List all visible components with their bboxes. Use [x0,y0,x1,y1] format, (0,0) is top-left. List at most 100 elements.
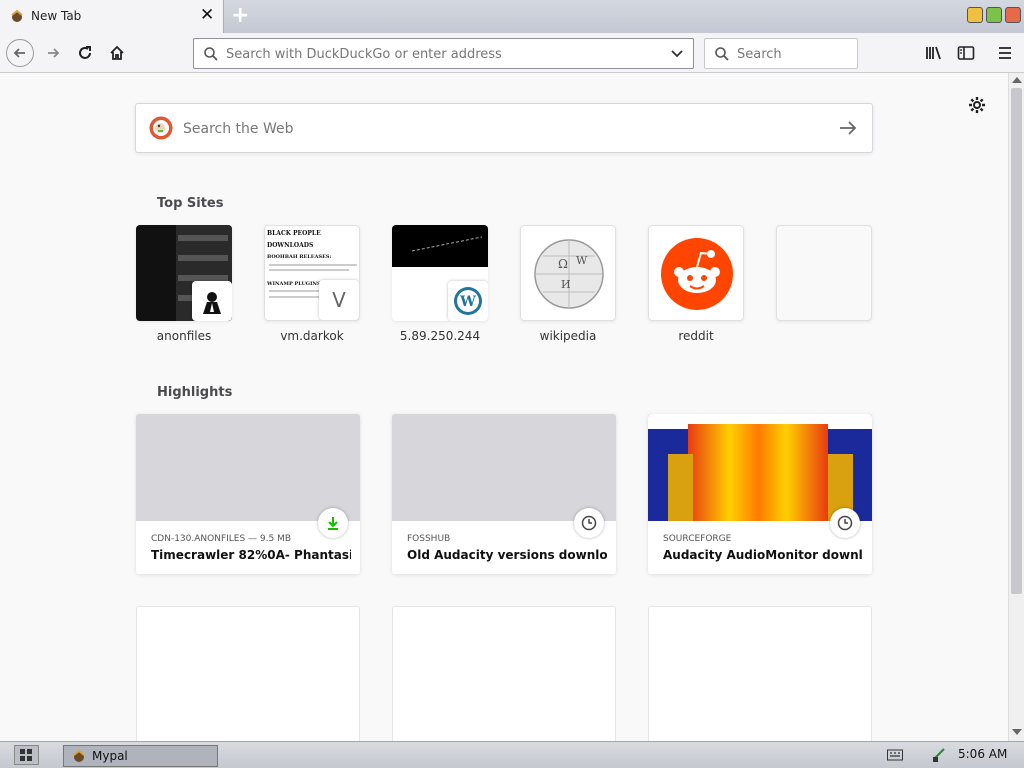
top-site-ip[interactable]: W 5.89.250.244 [392,225,488,343]
vertical-scrollbar[interactable] [1008,73,1024,741]
back-button[interactable] [6,39,34,67]
taskbar-app-label: Mypal [92,749,128,763]
close-window-button[interactable] [1005,7,1021,23]
taskbar-clock: 5:06 AM [958,747,1008,761]
library-icon [926,46,941,60]
tab-title: New Tab [31,9,82,23]
minimize-button[interactable] [967,7,983,23]
thumbnail-text: DOWNLOADS [267,242,314,249]
highlight-title: Timecrawler 82%0A- Phantasia.... [151,548,351,562]
svg-text:W: W [576,254,588,267]
highlight-empty-slot [648,606,872,741]
back-arrow-icon [13,48,25,58]
site-label: 5.89.250.244 [399,329,481,343]
tab-strip: New Tab ✕ + [0,0,1024,33]
wikipedia-globe-icon: Ω W И [534,239,604,309]
download-icon [318,508,348,538]
gear-icon[interactable] [968,96,986,114]
highlight-empty-slot [136,606,360,741]
thumbnail-text: BLACK PEOPLE [267,230,321,237]
highlight-source: SOURCEFORGE [663,534,732,544]
top-site-anonfiles[interactable]: anonfiles [136,225,232,343]
navigation-toolbar [0,33,1024,73]
os-taskbar: Mypal 5:06 AM [0,741,1024,768]
highlight-preview [392,414,616,521]
site-letter: V [332,288,346,312]
site-thumbnail: Ω W И [520,225,616,321]
highlight-card[interactable]: FOSSHUB Old Audacity versions download [392,414,616,574]
top-site-reddit[interactable]: reddit [648,225,744,343]
address-bar[interactable] [193,38,694,69]
highlight-source: CDN-130.ANONFILES — 9.5 MB [151,534,292,544]
highlight-title: Old Audacity versions download [407,548,607,562]
highlight-title: Audacity AudioMonitor downloa... [663,548,863,562]
library-button[interactable] [920,39,948,67]
highlight-source: FOSSHUB [407,534,451,544]
top-site-vm-darkok[interactable]: BLACK PEOPLE DOWNLOADS BOOHBAH RELEASES:… [264,225,360,343]
svg-text:И: И [561,278,571,291]
scroll-down-arrow-icon[interactable] [1012,729,1022,735]
top-site-wikipedia[interactable]: Ω W И wikipedia [520,225,616,343]
forward-button[interactable] [39,39,67,67]
network-icon[interactable] [932,747,946,763]
sidebar-button[interactable] [952,39,980,67]
empty-thumbnail [776,225,872,321]
home-icon [110,45,124,60]
reload-icon [79,46,91,59]
site-label: reddit [678,329,714,343]
start-menu-button[interactable] [14,745,39,765]
site-thumbnail [136,225,232,321]
mypal-icon [73,749,85,762]
forward-arrow-icon [48,48,60,58]
search-bar[interactable] [704,38,858,69]
reddit-logo-icon [661,238,733,310]
search-input[interactable] [735,44,849,65]
close-tab-icon[interactable]: ✕ [200,5,214,25]
highlight-card[interactable]: SOURCEFORGE Audacity AudioMonitor downlo… [648,414,872,574]
scroll-up-arrow-icon[interactable] [1012,77,1022,83]
grid-icon [20,749,32,761]
wordpress-icon: W [448,281,488,321]
chevron-down-icon[interactable] [670,48,684,60]
highlight-empty-slot [392,606,616,741]
mypal-favicon-icon [11,9,23,22]
search-icon [204,47,218,61]
site-thumbnail: BLACK PEOPLE DOWNLOADS BOOHBAH RELEASES:… [264,225,360,321]
site-thumbnail [648,225,744,321]
thumbnail-text: BOOHBAH RELEASES: [267,254,332,260]
site-label: vm.darkok [280,329,344,343]
arrow-right-icon[interactable] [839,120,857,136]
new-tab-page: Top Sites anonfiles BLACK PEOPLE DOWNLOA… [0,73,1008,741]
site-label: anonfiles [156,329,212,343]
web-search-input[interactable] [181,117,805,141]
highlights-heading: Highlights [157,385,233,400]
tab-new-tab[interactable]: New Tab ✕ [0,0,224,33]
duckduckgo-logo-icon [149,116,173,140]
sidebar-icon [957,46,975,60]
top-sites-heading: Top Sites [157,196,224,211]
address-input[interactable] [224,44,658,65]
highlight-card[interactable]: CDN-130.ANONFILES — 9.5 MB Timecrawler 8… [136,414,360,574]
keyboard-icon[interactable] [887,749,903,761]
site-letter-badge: V [319,280,359,320]
top-site-empty-slot [776,225,872,321]
thumbnail-text: WINAMP PLUGINS: [267,281,323,287]
svg-text:Ω: Ω [558,257,568,271]
svg-text:W: W [459,294,476,310]
clock-icon [830,508,860,538]
web-search-box[interactable] [135,103,873,153]
site-thumbnail: W [392,225,488,321]
maximize-button[interactable] [986,7,1002,23]
highlight-preview [136,414,360,521]
clock-icon [574,508,604,538]
site-label: wikipedia [539,329,597,343]
menu-button[interactable] [991,39,1019,67]
search-icon [715,47,729,61]
scroll-thumb[interactable] [1011,88,1022,594]
reload-button[interactable] [71,39,99,67]
hamburger-menu-icon [999,47,1011,59]
new-tab-icon[interactable]: + [231,3,249,28]
highlight-preview [648,414,872,521]
taskbar-mypal-button[interactable]: Mypal [63,745,218,767]
home-button[interactable] [103,39,131,67]
